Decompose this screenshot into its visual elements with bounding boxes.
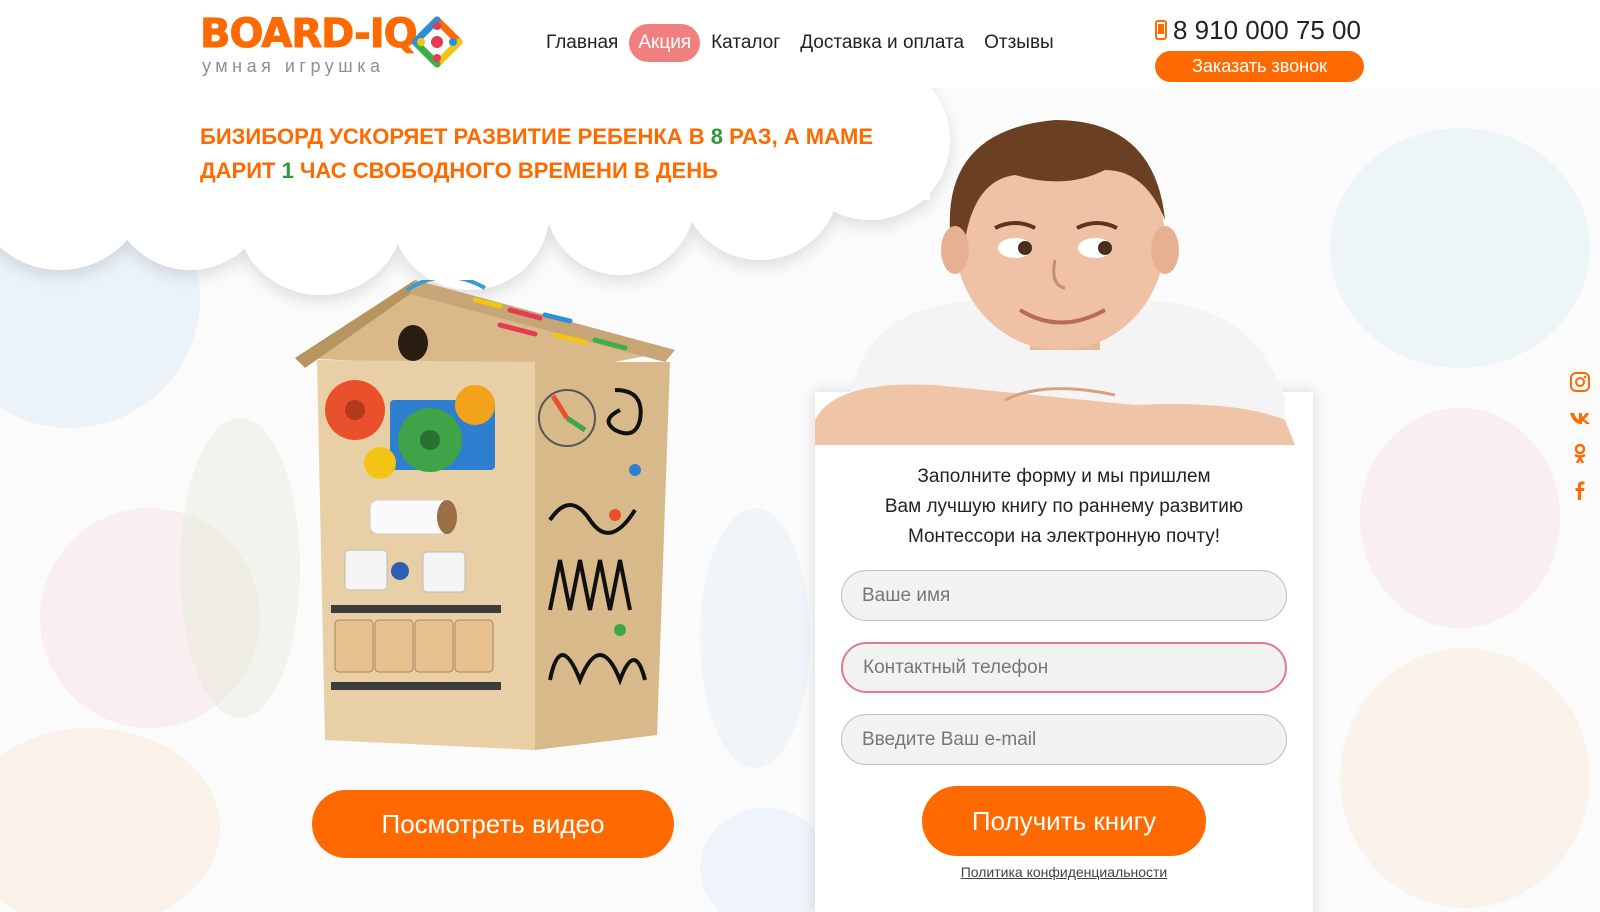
instagram-icon[interactable]: [1568, 370, 1592, 394]
logo-wordmark: BOARD-IQ: [200, 11, 419, 57]
book-request-form: Заполните форму и мы пришлем Вам лучшую …: [815, 392, 1313, 912]
hero-headline: БИЗИБОРД УСКОРЯЕТ РАЗВИТИЕ РЕБЕНКА В 8 Р…: [200, 124, 874, 183]
mobile-phone-icon: [1155, 20, 1167, 40]
headline-number: 1: [281, 158, 294, 183]
logo-diamond-icon: [411, 16, 463, 68]
headline-number: 8: [710, 124, 724, 149]
child-photo: [815, 120, 1295, 445]
site-header: BOARD-IQ умная игрушка Главная Акция Кат…: [0, 0, 1600, 88]
social-links: [1568, 370, 1596, 514]
logo-tagline: умная игрушка: [202, 56, 385, 76]
contact-block: 8 910 000 75 00 Заказать звонок: [1155, 14, 1365, 82]
phone-input[interactable]: [841, 642, 1287, 693]
odnoklassniki-icon[interactable]: [1568, 442, 1592, 466]
form-intro: Заполните форму и мы пришлем Вам лучшую …: [884, 466, 1244, 547]
nav-promo[interactable]: Акция: [629, 24, 701, 62]
watch-video-button[interactable]: Посмотреть видео: [312, 790, 674, 858]
nav-delivery[interactable]: Доставка и оплата: [791, 24, 973, 62]
privacy-policy-link[interactable]: Политика конфиденциальности: [815, 864, 1313, 880]
get-book-button[interactable]: Получить книгу: [922, 786, 1206, 856]
busyboard-house-image: [295, 280, 675, 750]
order-call-button[interactable]: Заказать звонок: [1155, 51, 1364, 82]
nav-catalog[interactable]: Каталог: [702, 24, 789, 62]
email-input[interactable]: [841, 714, 1287, 765]
phone-number[interactable]: 8 910 000 75 00: [1155, 14, 1365, 46]
main-nav: Главная Акция Каталог Доставка и оплата …: [537, 24, 1065, 62]
vk-icon[interactable]: [1568, 406, 1592, 430]
logo[interactable]: BOARD-IQ умная игрушка: [200, 10, 470, 80]
nav-home[interactable]: Главная: [537, 24, 627, 62]
facebook-icon[interactable]: [1568, 478, 1592, 502]
nav-reviews[interactable]: Отзывы: [975, 24, 1063, 62]
name-input[interactable]: [841, 570, 1287, 621]
